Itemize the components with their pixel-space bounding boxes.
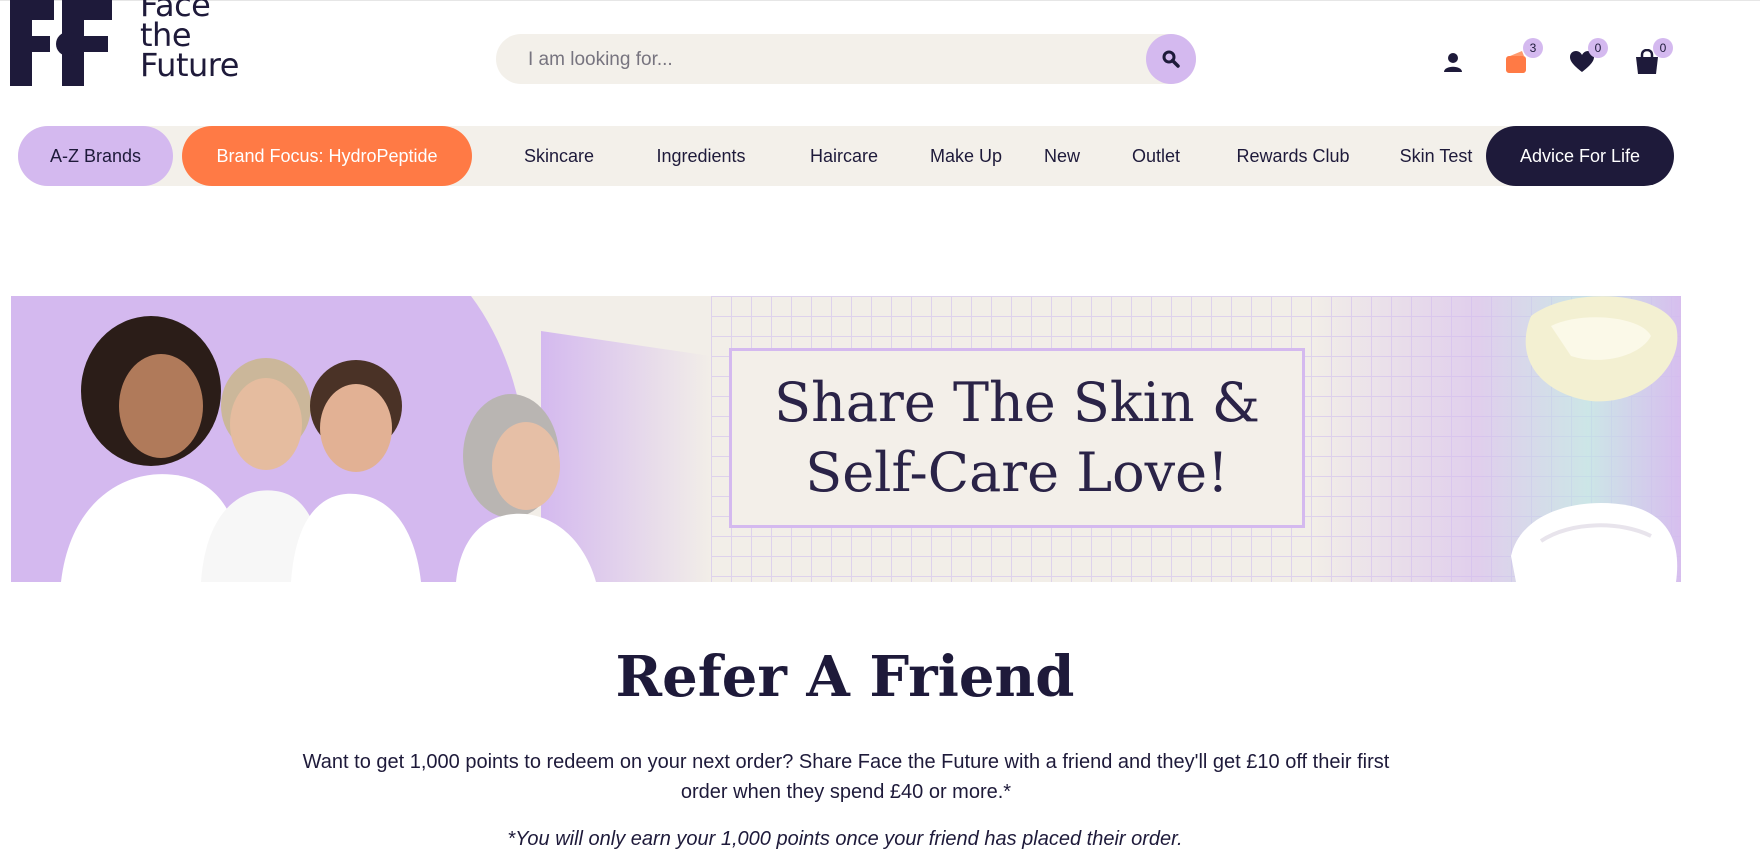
main-navigation: A-Z Brands Brand Focus: HydroPeptide Ski…	[18, 126, 1674, 186]
nav-item-ingredients[interactable]: Ingredients	[626, 126, 776, 186]
nav-item-outlet[interactable]: Outlet	[1096, 126, 1216, 186]
search-input[interactable]	[526, 34, 1090, 86]
cream-swatch-illustration	[1511, 296, 1678, 582]
logo-mark-icon	[10, 0, 112, 86]
terms-note: *You will only earn your 1,000 points on…	[507, 828, 1183, 850]
banner-headline: Share The Skin & Self-Care Love!	[774, 368, 1260, 508]
banner-headline-line-1: Share The Skin &	[774, 371, 1260, 434]
nav-item-haircare[interactable]: Haircare	[774, 126, 914, 186]
nav-item-brand-focus[interactable]: Brand Focus: HydroPeptide	[182, 126, 472, 186]
site-logo[interactable]: Face the Future	[10, 0, 250, 92]
search-icon	[1162, 50, 1180, 68]
rewards-count-badge: 3	[1523, 38, 1543, 58]
logo-wordmark: Face the Future	[140, 0, 239, 84]
rewards-button[interactable]: 3	[1503, 38, 1543, 76]
top-border	[0, 0, 1760, 1]
nav-item-skincare[interactable]: Skincare	[488, 126, 630, 186]
account-button[interactable]	[1439, 48, 1467, 76]
basket-count-badge: 0	[1653, 38, 1673, 58]
hero-banner[interactable]: Share The Skin & Self-Care Love!	[11, 296, 1681, 582]
basket-button[interactable]: 0	[1633, 38, 1673, 76]
wishlist-count-badge: 0	[1588, 38, 1608, 58]
wishlist-button[interactable]: 0	[1568, 38, 1608, 76]
nav-item-rewards-club[interactable]: Rewards Club	[1208, 126, 1378, 186]
page-title: Refer A Friend	[615, 644, 1075, 710]
nav-item-make-up[interactable]: Make Up	[896, 126, 1036, 186]
logo-line-3: Future	[140, 46, 239, 84]
banner-people-illustration	[11, 296, 711, 582]
search-button[interactable]	[1146, 34, 1196, 84]
user-icon	[1444, 53, 1462, 72]
nav-item-skin-test[interactable]: Skin Test	[1370, 126, 1502, 186]
banner-headline-box: Share The Skin & Self-Care Love!	[729, 348, 1305, 528]
search-bar	[496, 34, 1196, 86]
intro-text: Want to get 1,000 points to redeem on yo…	[302, 751, 1390, 803]
nav-item-az-brands[interactable]: A-Z Brands	[18, 126, 173, 186]
nav-item-new[interactable]: New	[1018, 126, 1106, 186]
nav-item-advice-for-life[interactable]: Advice For Life	[1486, 126, 1674, 186]
banner-headline-line-2: Self-Care Love!	[805, 441, 1229, 504]
